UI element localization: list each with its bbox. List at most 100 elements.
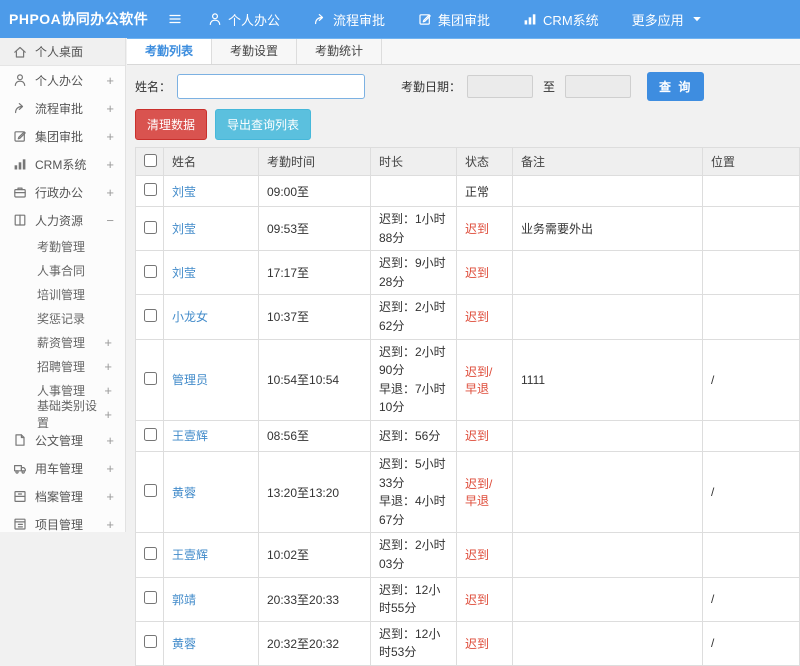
sidebar-item-vehicle-mgmt[interactable]: 用车管理 + bbox=[0, 454, 125, 482]
sidebar-item-process-approval[interactable]: 流程审批 + bbox=[0, 94, 125, 122]
location-cell: / bbox=[702, 338, 800, 421]
export-list-button[interactable]: 导出查询列表 bbox=[215, 109, 312, 140]
name-filter-input[interactable] bbox=[177, 74, 366, 99]
expand-plus-icon[interactable]: + bbox=[104, 335, 112, 350]
sidebar-subitem-recruit-mgmt[interactable]: 招聘管理 + bbox=[0, 354, 125, 378]
table-row: 刘莹 17:17至 迟到：9小时28分 迟到 bbox=[135, 250, 800, 296]
row-checkbox[interactable] bbox=[144, 264, 157, 278]
row-checkbox[interactable] bbox=[144, 183, 157, 196]
table-row: 王壹辉 10:02至 迟到：2小时03分 迟到 bbox=[135, 532, 800, 578]
caret-down-icon bbox=[690, 12, 704, 26]
expand-plus-icon[interactable]: + bbox=[106, 185, 114, 200]
attendance-time-cell: 17:17至 bbox=[258, 250, 371, 296]
edit-icon bbox=[418, 12, 432, 26]
employee-name-link[interactable]: 刘莹 bbox=[172, 185, 196, 199]
topnav-item-process-approval[interactable]: 流程审批 bbox=[313, 10, 385, 29]
row-checkbox[interactable] bbox=[144, 591, 157, 605]
topnav-item-crm[interactable]: CRM系统 bbox=[523, 10, 599, 29]
expand-plus-icon[interactable]: + bbox=[104, 407, 112, 422]
name-cell: 王壹辉 bbox=[163, 419, 259, 452]
sidebar-item-label: 用车管理 bbox=[35, 461, 84, 476]
expand-plus-icon[interactable]: + bbox=[106, 157, 114, 172]
sidebar-subitem-salary-mgmt[interactable]: 薪资管理 + bbox=[0, 330, 125, 354]
location-cell: / bbox=[702, 620, 800, 666]
sidebar-subitem-base-category-settings[interactable]: 基础类别设置 + bbox=[0, 399, 125, 430]
row-checkbox[interactable] bbox=[144, 371, 157, 385]
sidebar-subitem-label: 薪资管理 bbox=[37, 335, 86, 350]
expand-plus-icon[interactable]: + bbox=[106, 73, 114, 88]
expand-plus-icon[interactable]: + bbox=[104, 359, 112, 374]
row-checkbox[interactable] bbox=[144, 308, 157, 322]
row-checkbox[interactable] bbox=[144, 546, 157, 560]
expand-plus-icon[interactable]: + bbox=[106, 489, 114, 504]
tab-attendance-list[interactable]: 考勤列表 bbox=[127, 39, 213, 64]
table-row: 小龙女 10:37至 迟到：2小时62分 迟到 bbox=[135, 294, 800, 340]
tab-strip: 考勤列表 考勤设置 考勤统计 bbox=[127, 38, 800, 65]
collapse-minus-icon[interactable]: − bbox=[106, 213, 114, 228]
duration-cell: 迟到：12小时55分 bbox=[370, 576, 457, 622]
expand-plus-icon[interactable]: + bbox=[106, 433, 114, 448]
sidebar-item-personal-desktop[interactable]: 个人桌面 bbox=[0, 38, 125, 66]
sidebar-item-label: 人力资源 bbox=[35, 213, 84, 228]
sidebar-subitem-hr-contract[interactable]: 人事合同 bbox=[0, 258, 125, 282]
attendance-table-wrap: 姓名 考勤时间 时长 状态 备注 位置 刘莹 09:00至 正常 刘莹 09:53至 迟到：1小时8… bbox=[135, 147, 800, 666]
expand-plus-icon[interactable]: + bbox=[106, 461, 114, 476]
sidebar-item-hr[interactable]: 人力资源 − bbox=[0, 206, 125, 234]
app-brand[interactable]: PHPOA协同办公软件 bbox=[0, 9, 158, 29]
sidebar-item-label: CRM系统 bbox=[35, 157, 87, 172]
topnav-item-label: CRM系统 bbox=[543, 12, 599, 28]
sidebar-item-personal-office[interactable]: 个人办公 + bbox=[0, 66, 125, 94]
employee-name-link[interactable]: 黄蓉 bbox=[172, 637, 196, 651]
sidebar-item-archive-mgmt[interactable]: 档案管理 + bbox=[0, 482, 125, 510]
topnav-item-personal-office[interactable]: 个人办公 bbox=[208, 10, 280, 29]
sidebar-item-admin-office[interactable]: 行政办公 + bbox=[0, 178, 125, 206]
sidebar-item-group-approval[interactable]: 集团审批 + bbox=[0, 122, 125, 150]
tab-attendance-settings[interactable]: 考勤设置 bbox=[212, 39, 298, 64]
employee-name-link[interactable]: 管理员 bbox=[172, 373, 208, 387]
expand-plus-icon[interactable]: + bbox=[106, 517, 114, 532]
menu-icon[interactable] bbox=[168, 12, 182, 26]
table-row: 王壹辉 08:56至 迟到：56分 迟到 bbox=[135, 419, 800, 452]
share-icon bbox=[313, 12, 327, 26]
date-from-input[interactable] bbox=[467, 75, 534, 98]
attendance-time-cell: 10:54至10:54 bbox=[258, 338, 371, 421]
row-checkbox[interactable] bbox=[144, 427, 157, 441]
expand-plus-icon[interactable]: + bbox=[104, 383, 112, 398]
query-button[interactable]: 查 询 bbox=[647, 72, 705, 101]
employee-name-link[interactable]: 王壹辉 bbox=[172, 429, 208, 443]
attendance-time-cell: 20:32至20:32 bbox=[258, 620, 371, 666]
date-to-input[interactable] bbox=[565, 75, 632, 98]
select-all-checkbox[interactable] bbox=[144, 153, 157, 167]
topnav-item-more-apps[interactable]: 更多应用 bbox=[632, 10, 704, 29]
employee-name-link[interactable]: 小龙女 bbox=[172, 310, 208, 324]
topnav-item-label: 集团审批 bbox=[438, 12, 491, 28]
sidebar-item-label: 项目管理 bbox=[35, 517, 84, 532]
sidebar-subitem-reward-punish[interactable]: 奖惩记录 bbox=[0, 306, 125, 330]
expand-plus-icon[interactable]: + bbox=[106, 101, 114, 116]
column-header: 考勤时间 bbox=[258, 147, 371, 176]
clean-data-button[interactable]: 清理数据 bbox=[135, 109, 208, 140]
date-filter-label: 考勤日期： bbox=[401, 80, 462, 94]
row-checkbox[interactable] bbox=[144, 484, 157, 498]
date-to-separator: 至 bbox=[543, 80, 556, 94]
topnav-item-group-approval[interactable]: 集团审批 bbox=[418, 10, 490, 29]
employee-name-link[interactable]: 刘莹 bbox=[172, 266, 196, 280]
expand-plus-icon[interactable]: + bbox=[106, 129, 114, 144]
sidebar-subitem-training-mgmt[interactable]: 培训管理 bbox=[0, 282, 125, 306]
sidebar-item-project-mgmt[interactable]: 项目管理 + bbox=[0, 510, 125, 532]
row-checkbox[interactable] bbox=[144, 220, 157, 234]
employee-name-link[interactable]: 王壹辉 bbox=[172, 548, 208, 562]
sidebar-item-label: 个人办公 bbox=[35, 73, 84, 88]
row-checkbox-cell bbox=[135, 450, 164, 534]
employee-name-link[interactable]: 刘莹 bbox=[172, 222, 196, 236]
sidebar-item-crm[interactable]: CRM系统 + bbox=[0, 150, 125, 178]
chart-icon bbox=[523, 12, 537, 26]
sidebar-item-label: 流程审批 bbox=[35, 101, 84, 116]
employee-name-link[interactable]: 郭靖 bbox=[172, 593, 196, 607]
tab-attendance-stats[interactable]: 考勤统计 bbox=[297, 39, 383, 64]
employee-name-link[interactable]: 黄蓉 bbox=[172, 486, 196, 500]
row-checkbox[interactable] bbox=[144, 635, 157, 649]
user-icon bbox=[13, 73, 27, 87]
sidebar-subitem-label: 人事管理 bbox=[37, 383, 86, 398]
sidebar-subitem-attendance-mgmt[interactable]: 考勤管理 bbox=[0, 234, 125, 258]
